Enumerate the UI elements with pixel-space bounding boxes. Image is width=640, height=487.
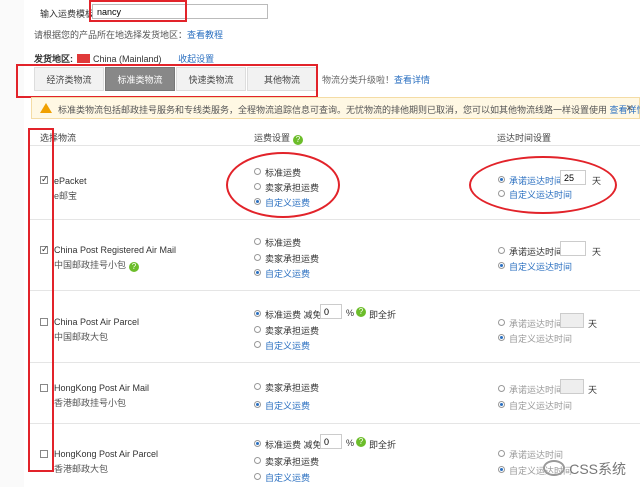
help-icon[interactable]: ? [129, 262, 140, 272]
full-price-label: 即全折 [369, 310, 397, 320]
days-input [560, 313, 584, 328]
percent-unit: % [346, 438, 355, 448]
help-icon[interactable]: ? [356, 307, 366, 317]
divider [30, 219, 640, 220]
service-sub-name: 中国邮政挂号小包? [54, 258, 140, 272]
option-custom-time: 自定义运达时间 [509, 334, 573, 344]
standard-fee-label: 标准运费 [265, 440, 302, 450]
option-custom-time[interactable]: 自定义运达时间 [509, 260, 572, 273]
radio-seller-pays[interactable] [254, 457, 261, 464]
days-input [560, 379, 584, 394]
days-unit: 天 [588, 385, 598, 395]
wechat-logo-icon [543, 460, 566, 476]
divider [30, 145, 640, 146]
watermark-text: CSS系统 [569, 461, 626, 477]
option-custom-fee[interactable]: 自定义运费 [265, 399, 310, 412]
full-price-label: 即全折 [369, 440, 397, 450]
service-sub-name: 香港邮政大包 [54, 464, 109, 474]
option-promise-time: 承诺运达时间 [509, 247, 564, 257]
option-promise-time: 承诺运达时间 [509, 319, 564, 329]
service-name: ePacket [54, 176, 87, 186]
option-seller-pays: 卖家承担运费 [265, 326, 320, 336]
radio-custom-time [498, 334, 505, 341]
option-custom-fee[interactable]: 自定义运费 [265, 267, 310, 280]
header-shipping-label: 运费设置 [254, 133, 291, 143]
radio-promise-time [498, 319, 505, 326]
days-unit: 天 [588, 319, 598, 329]
service-sub-name: 中国邮政大包 [54, 332, 109, 342]
option-standard-fee: 标准运费 减免 [265, 308, 322, 321]
service-name: HongKong Post Air Mail [54, 383, 150, 393]
option-custom-fee[interactable]: 自定义运费 [265, 339, 310, 352]
service-sub-name: e邮宝 [54, 191, 78, 201]
radio-custom-time[interactable] [498, 262, 505, 269]
radio-custom-time [498, 466, 505, 473]
service-name: HongKong Post Air Parcel [54, 449, 159, 459]
tab-note-link[interactable]: 查看详情 [394, 75, 430, 85]
collapse-settings-link[interactable]: 收起设置 [178, 54, 214, 64]
option-seller-pays: 卖家承担运费 [265, 457, 320, 467]
help-icon[interactable]: ? [293, 135, 304, 145]
annotation-ellipse-time [469, 156, 617, 214]
radio-promise-time [498, 385, 505, 392]
watermark: CSS系统 [543, 459, 626, 479]
info-alert: 标准类物流包括邮政挂号服务和专线类服务，全程物流追踪信息可查询。无忧物流的排他期… [31, 97, 640, 119]
divider [30, 423, 640, 424]
header-delivery-time: 运达时间设置 [497, 133, 552, 143]
alert-message: 标准类物流包括邮政挂号服务和专线类服务，全程物流追踪信息可查询。无忧物流的排他期… [58, 103, 640, 116]
radio-custom-fee[interactable] [254, 341, 261, 348]
option-custom-time: 自定义运达时间 [509, 401, 573, 411]
divider [30, 362, 640, 363]
radio-custom-fee[interactable] [254, 269, 261, 276]
hint-line: 请根据您的产品所在地选择发货地区：查看教程 [34, 28, 223, 41]
alert-detail-link[interactable]: 查看详情 [610, 105, 640, 115]
divider [30, 290, 640, 291]
radio-standard-fee[interactable] [254, 310, 261, 317]
annotation-box-template-name [89, 0, 187, 22]
annotation-ellipse-fee [226, 152, 340, 218]
warning-icon [40, 103, 52, 113]
radio-standard-fee[interactable] [254, 440, 261, 447]
origin-label: 发货地区: [34, 54, 73, 64]
service-sub-label: 中国邮政挂号小包 [54, 260, 127, 270]
radio-custom-time [498, 401, 505, 408]
annotation-box-tabs [16, 64, 318, 98]
tab-note: 物流分类升级啦！查看详情 [322, 73, 430, 86]
radio-seller-pays[interactable] [254, 383, 261, 390]
radio-standard-fee[interactable] [254, 238, 261, 245]
discount-label: 减免 [303, 440, 322, 450]
tab-note-text: 物流分类升级啦！ [322, 75, 395, 85]
radio-custom-fee[interactable] [254, 401, 261, 408]
days-unit: 天 [592, 247, 602, 257]
standard-fee-label: 标准运费 [265, 310, 302, 320]
option-promise-time: 承诺运达时间 [509, 385, 564, 395]
radio-promise-time[interactable] [498, 247, 505, 254]
option-seller-pays: 卖家承担运费 [265, 254, 320, 264]
help-icon[interactable]: ? [356, 437, 366, 447]
close-icon[interactable]: × [626, 101, 633, 115]
discount-label: 减免 [303, 310, 322, 320]
header-shipping-settings: 运费设置? [254, 131, 304, 145]
hint-text: 请根据您的产品所在地选择发货地区： [34, 30, 188, 40]
percent-unit: % [346, 308, 355, 318]
china-flag-icon [77, 54, 90, 63]
days-input[interactable] [560, 241, 586, 256]
radio-custom-fee[interactable] [254, 473, 261, 480]
option-custom-fee[interactable]: 自定义运费 [265, 471, 310, 484]
alert-text: 标准类物流包括邮政挂号服务和专线类服务，全程物流追踪信息可查询。无忧物流的排他期… [58, 105, 608, 115]
service-name: China Post Air Parcel [54, 317, 140, 327]
discount-input[interactable] [320, 434, 342, 449]
annotation-box-checkboxes [28, 128, 54, 472]
radio-seller-pays[interactable] [254, 254, 261, 261]
service-sub-name: 香港邮政挂号小包 [54, 398, 127, 408]
service-name: China Post Registered Air Mail [54, 245, 177, 255]
origin-country: China (Mainland) [93, 54, 162, 64]
discount-input[interactable] [320, 304, 342, 319]
radio-promise-time [498, 450, 505, 457]
option-seller-pays: 卖家承担运费 [265, 383, 320, 393]
option-standard-fee: 标准运费 减免 [265, 438, 322, 451]
radio-seller-pays[interactable] [254, 326, 261, 333]
tutorial-link[interactable]: 查看教程 [187, 30, 223, 40]
option-standard-fee: 标准运费 [265, 238, 302, 248]
